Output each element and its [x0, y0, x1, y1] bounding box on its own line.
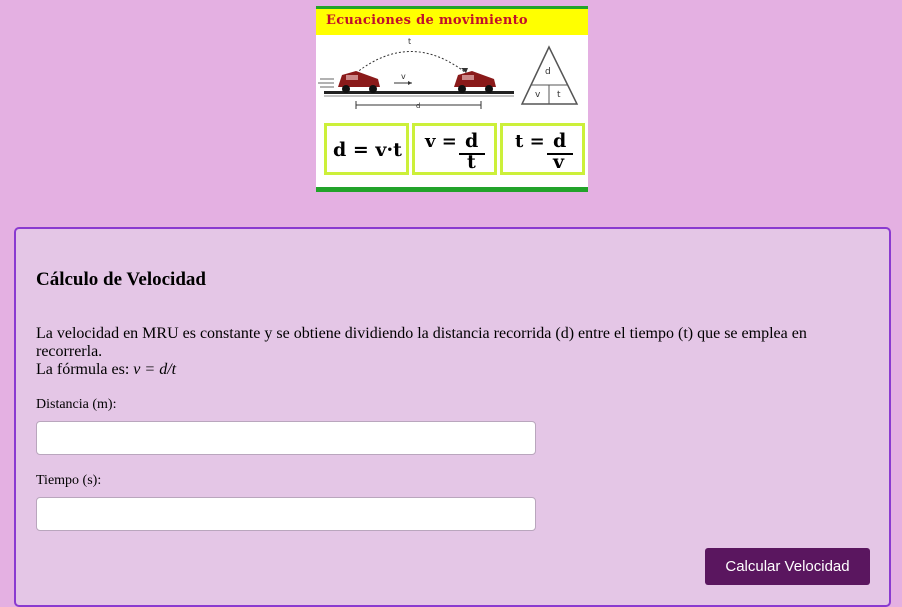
triangle-t: t — [557, 90, 561, 100]
velocity-label: v — [401, 72, 406, 81]
calculate-velocity-button[interactable]: Calcular Velocidad — [705, 548, 870, 585]
time-input[interactable] — [36, 497, 536, 531]
dvt-triangle-icon: d v t — [520, 45, 579, 105]
formula-time-numerator: d — [553, 130, 567, 152]
formula-text: v = d/t — [133, 361, 177, 378]
formula-time-lhs: t = — [515, 131, 545, 152]
formula-velocity-lhs: v = — [425, 131, 457, 152]
formula-prefix: La fórmula es: — [36, 361, 134, 378]
distance-input[interactable] — [36, 421, 536, 455]
triangle-d: d — [545, 67, 551, 77]
formula-velocity: v = d t — [412, 123, 497, 175]
race-car-icon — [454, 71, 496, 93]
banner-title: Ecuaciones de movimiento — [326, 13, 528, 28]
road — [324, 91, 514, 94]
race-car-icon — [338, 71, 380, 93]
formula-time: t = d v — [500, 123, 585, 175]
formula-distance-text: d = v·t — [333, 139, 402, 161]
banner-bottom-stripe — [316, 187, 588, 192]
car-motion-diagram: t v d d v t — [318, 37, 579, 110]
motion-equations-banner: Ecuaciones de movimiento t v d d v t d =… — [316, 6, 588, 192]
formula-time-denominator: v — [553, 151, 565, 173]
formula-distance: d = v·t — [324, 123, 409, 175]
panel-title: Cálculo de Velocidad — [36, 269, 206, 290]
trajectory-arc — [355, 51, 467, 74]
triangle-v: v — [535, 90, 541, 100]
description-text: La velocidad en MRU es constante y se ob… — [36, 325, 807, 360]
panel-description: La velocidad en MRU es constante y se ob… — [36, 325, 856, 379]
formula-velocity-denominator: t — [467, 151, 476, 173]
distance-label: d — [416, 102, 420, 110]
distance-label: Distancia (m): — [36, 397, 117, 412]
banner-title-bar: Ecuaciones de movimiento — [316, 9, 588, 35]
speed-lines-icon — [318, 78, 334, 88]
time-label: Tiempo (s): — [36, 473, 102, 488]
velocity-calculator-panel: Cálculo de Velocidad La velocidad en MRU… — [14, 227, 891, 607]
arc-time-label: t — [408, 37, 411, 46]
formula-velocity-numerator: d — [465, 130, 479, 152]
arc-arrowhead — [461, 68, 468, 73]
